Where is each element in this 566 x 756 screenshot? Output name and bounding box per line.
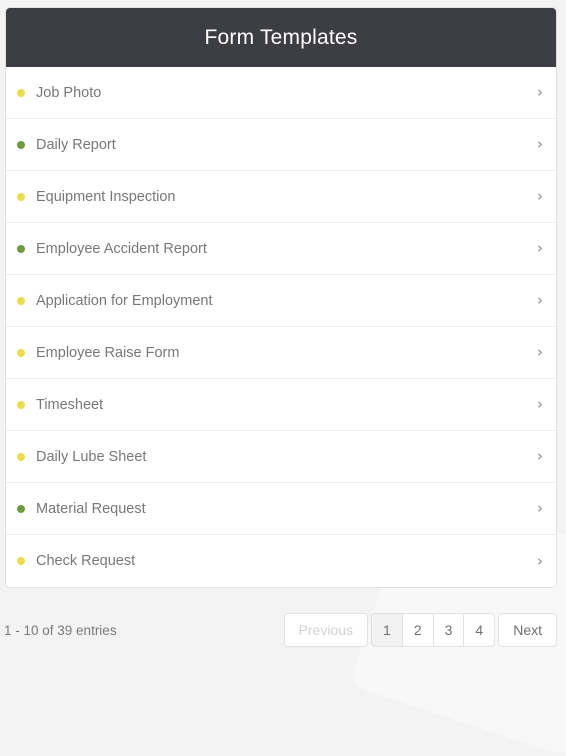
status-dot-icon (17, 557, 25, 565)
status-dot-icon (17, 348, 25, 357)
list-item[interactable]: Daily Lube Sheet › (6, 431, 556, 483)
chevron-right-icon[interactable]: › (537, 85, 543, 100)
chevron-right-icon[interactable]: › (537, 397, 543, 412)
list-item-label: Job Photo (36, 84, 102, 101)
list-item[interactable]: Equipment Inspection › (6, 171, 556, 223)
list-item-label: Employee Accident Report (36, 240, 207, 257)
pagination-page-button[interactable]: 2 (401, 613, 433, 647)
pagination-page-button[interactable]: 3 (432, 613, 464, 647)
list-item[interactable]: Material Request › (6, 483, 556, 535)
chevron-right-icon[interactable]: › (537, 345, 543, 360)
list-item-label: Check Request (36, 553, 136, 569)
table-footer: 1 - 10 of 39 entries Previous 1234 Next (0, 604, 566, 656)
list-item[interactable]: Employee Raise Form › (6, 327, 556, 379)
list-item-label: Application for Employment (36, 292, 213, 309)
status-dot-icon (17, 244, 25, 253)
card-header: Form Templates (6, 8, 556, 67)
status-dot-icon (17, 452, 25, 461)
pagination: Previous 1234 Next (283, 613, 557, 647)
status-dot-icon (17, 296, 25, 305)
status-dot-icon (17, 140, 25, 149)
list-item-label: Daily Lube Sheet (36, 448, 147, 465)
pagination-next-button[interactable]: Next (498, 613, 557, 647)
list-item[interactable]: Daily Report › (6, 119, 556, 171)
chevron-right-icon[interactable]: › (537, 241, 543, 256)
page-title: Form Templates (204, 25, 358, 49)
list-item[interactable]: Application for Employment › (6, 275, 556, 327)
form-templates-list: Job Photo › Daily Report › Equipment Inspect… (6, 67, 556, 587)
chevron-right-icon[interactable]: › (537, 449, 543, 464)
list-item[interactable]: Check Request › (6, 535, 556, 587)
chevron-right-icon[interactable]: › (537, 189, 543, 204)
pagination-page-button[interactable]: 4 (463, 613, 496, 647)
list-item-label: Daily Report (36, 136, 116, 153)
chevron-right-icon[interactable]: › (537, 293, 543, 308)
chevron-right-icon[interactable]: › (537, 553, 543, 569)
chevron-right-icon[interactable]: › (537, 137, 543, 152)
pagination-previous-button[interactable]: Previous (283, 613, 369, 647)
status-dot-icon (17, 88, 25, 97)
chevron-right-icon[interactable]: › (537, 501, 543, 516)
entries-info: 1 - 10 of 39 entries (4, 622, 117, 638)
list-item[interactable]: Job Photo › (6, 67, 556, 119)
list-item-label: Timesheet (36, 396, 104, 413)
status-dot-icon (17, 400, 25, 409)
pagination-page-group: 1234 (371, 613, 496, 647)
list-item[interactable]: Employee Accident Report › (6, 223, 556, 275)
form-templates-card: Form Templates Job Photo › Daily Report › Eq… (5, 7, 557, 588)
list-item-label: Equipment Inspection (36, 188, 176, 205)
list-item-label: Material Request (36, 500, 146, 517)
status-dot-icon (17, 192, 25, 201)
status-dot-icon (17, 504, 25, 513)
list-item[interactable]: Timesheet › (6, 379, 556, 431)
pagination-page-button[interactable]: 1 (371, 613, 402, 647)
list-item-label: Employee Raise Form (36, 344, 180, 361)
